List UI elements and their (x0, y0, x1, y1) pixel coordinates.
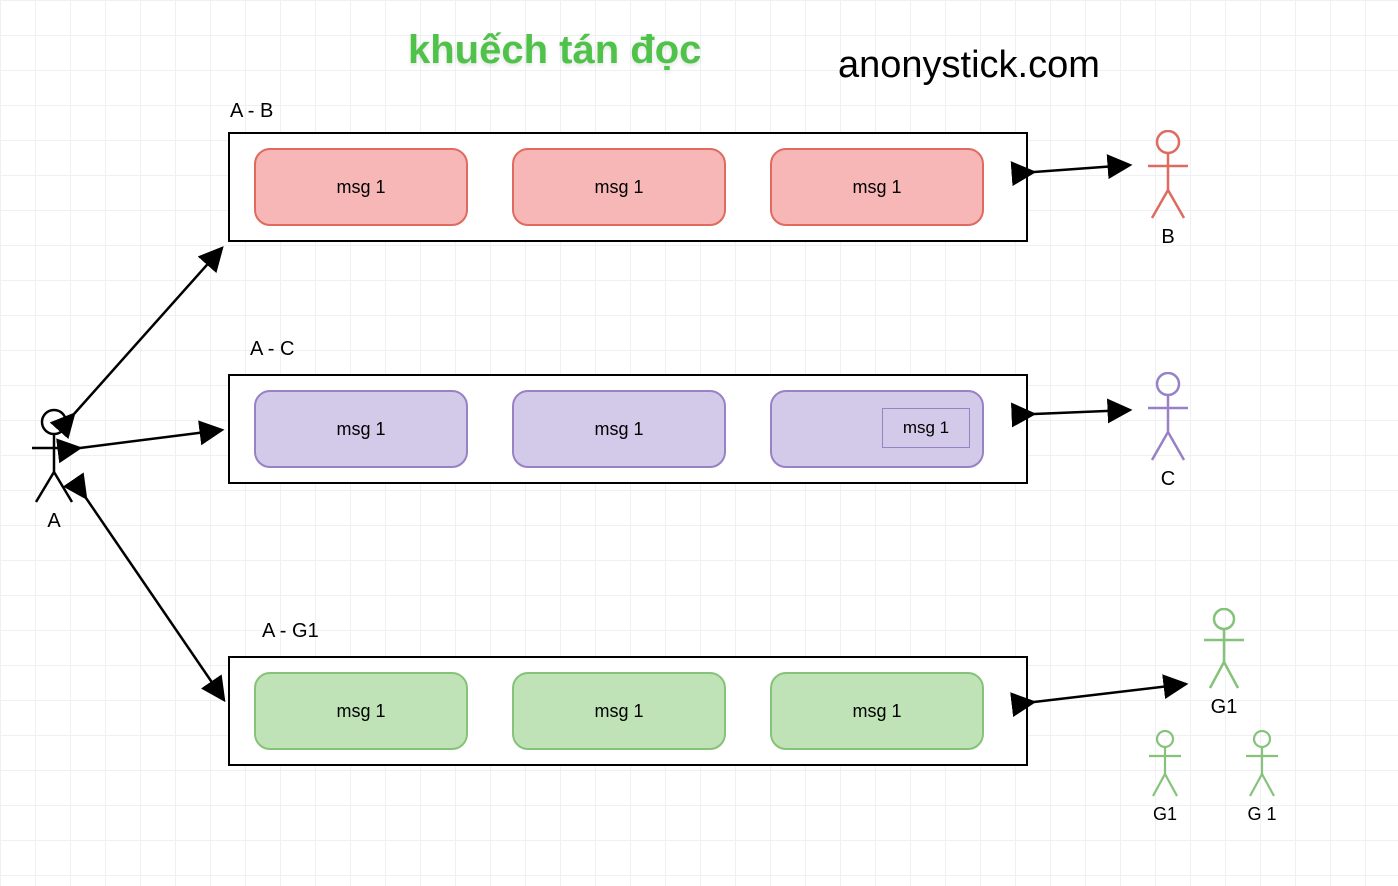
actor-g1-small-2: G 1 (1234, 730, 1290, 825)
msg-text: msg 1 (336, 419, 385, 440)
actor-label: A (24, 510, 84, 533)
msg-box: msg 1 (512, 672, 726, 750)
actor-a: A (24, 408, 84, 533)
msg-box: msg 1 (770, 390, 984, 468)
actor-g1-small-1: G1 (1140, 730, 1190, 825)
msg-text: msg 1 (852, 177, 901, 198)
nested-msg-box: msg 1 (882, 408, 970, 448)
person-icon (26, 408, 82, 506)
row-label-ac: A - C (250, 338, 294, 361)
msg-text: msg 1 (594, 701, 643, 722)
actor-b: B (1138, 130, 1198, 249)
watermark-text: anonystick.com (838, 44, 1100, 87)
actor-label: B (1138, 226, 1198, 249)
actor-label: G1 (1140, 804, 1190, 825)
diagram-title: khuếch tán đọc (408, 28, 701, 73)
queue-ag1: msg 1 msg 1 msg 1 (228, 656, 1028, 766)
msg-box: msg 1 (512, 148, 726, 226)
msg-box: msg 1 (770, 672, 984, 750)
msg-text: msg 1 (336, 701, 385, 722)
queue-ab: msg 1 msg 1 msg 1 (228, 132, 1028, 242)
nested-msg-text: msg 1 (903, 418, 949, 438)
person-icon (1241, 730, 1283, 800)
person-icon (1142, 372, 1194, 464)
actor-label: G 1 (1234, 804, 1290, 825)
msg-box: msg 1 (770, 148, 984, 226)
msg-box: msg 1 (254, 390, 468, 468)
person-icon (1144, 730, 1186, 800)
msg-box: msg 1 (254, 148, 468, 226)
msg-box: msg 1 (254, 672, 468, 750)
msg-text: msg 1 (336, 177, 385, 198)
person-icon (1142, 130, 1194, 222)
actor-label: G1 (1194, 696, 1254, 719)
actor-c: C (1138, 372, 1198, 491)
msg-text: msg 1 (852, 701, 901, 722)
actor-label: C (1138, 468, 1198, 491)
msg-text: msg 1 (594, 419, 643, 440)
msg-text: msg 1 (594, 177, 643, 198)
msg-box: msg 1 (512, 390, 726, 468)
queue-ac: msg 1 msg 1 msg 1 (228, 374, 1028, 484)
actor-g1: G1 (1194, 608, 1254, 719)
person-icon (1198, 608, 1250, 692)
row-label-ag1: A - G1 (262, 620, 319, 643)
row-label-ab: A - B (230, 100, 273, 123)
